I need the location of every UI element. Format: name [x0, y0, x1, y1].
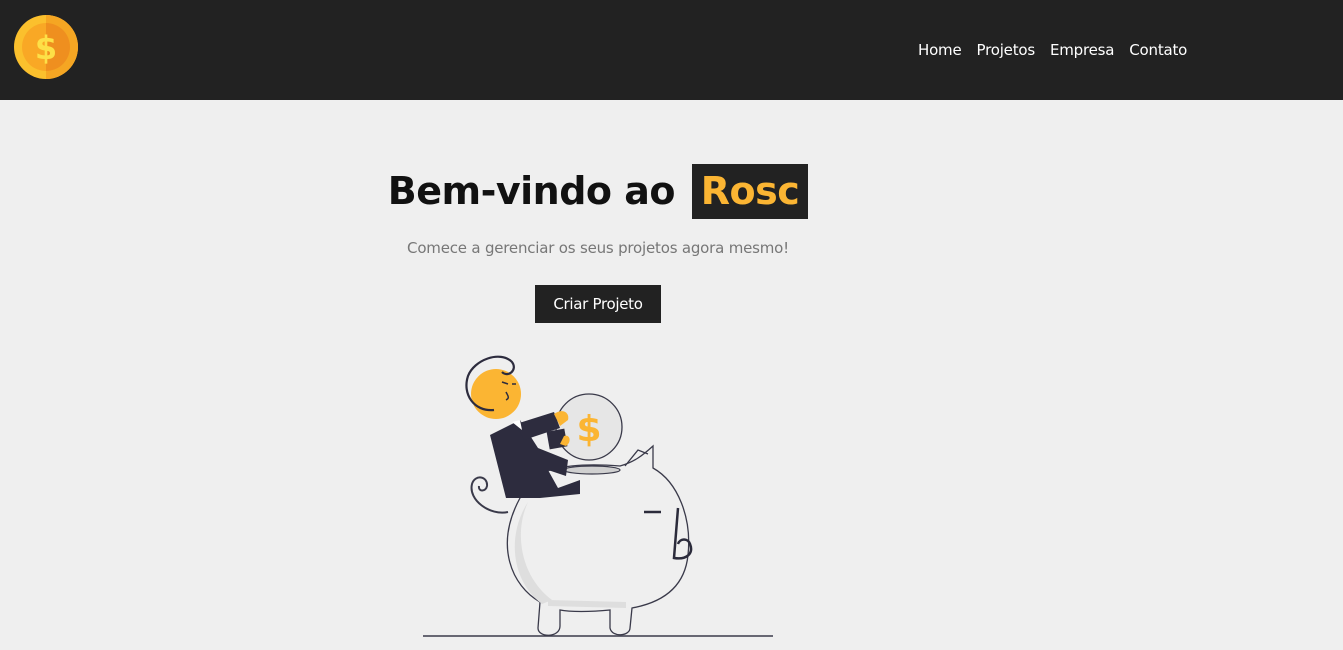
dollar-coin-icon[interactable]: $	[13, 14, 79, 80]
create-project-button[interactable]: Criar Projeto	[535, 285, 661, 323]
coin-symbol: $	[576, 409, 601, 450]
nav-menu: Home Projetos Empresa Contato	[918, 39, 1202, 61]
nav-link-home[interactable]: Home	[918, 39, 962, 61]
hero-subtitle: Comece a gerenciar os seus projetos agor…	[407, 239, 789, 257]
nav-link-projetos[interactable]: Projetos	[977, 39, 1036, 61]
nav-link-contato[interactable]: Contato	[1129, 39, 1187, 61]
page-title: Bem-vindo ao Rosc	[0, 164, 1196, 219]
title-prefix: Bem-vindo ao	[387, 169, 676, 213]
navbar: $ Home Projetos Empresa Contato	[0, 0, 1343, 100]
brand-highlight: Rosc	[691, 164, 809, 219]
logo-symbol: $	[35, 29, 57, 67]
piggy-bank-illustration: $	[420, 350, 780, 646]
nav-link-empresa[interactable]: Empresa	[1050, 39, 1114, 61]
